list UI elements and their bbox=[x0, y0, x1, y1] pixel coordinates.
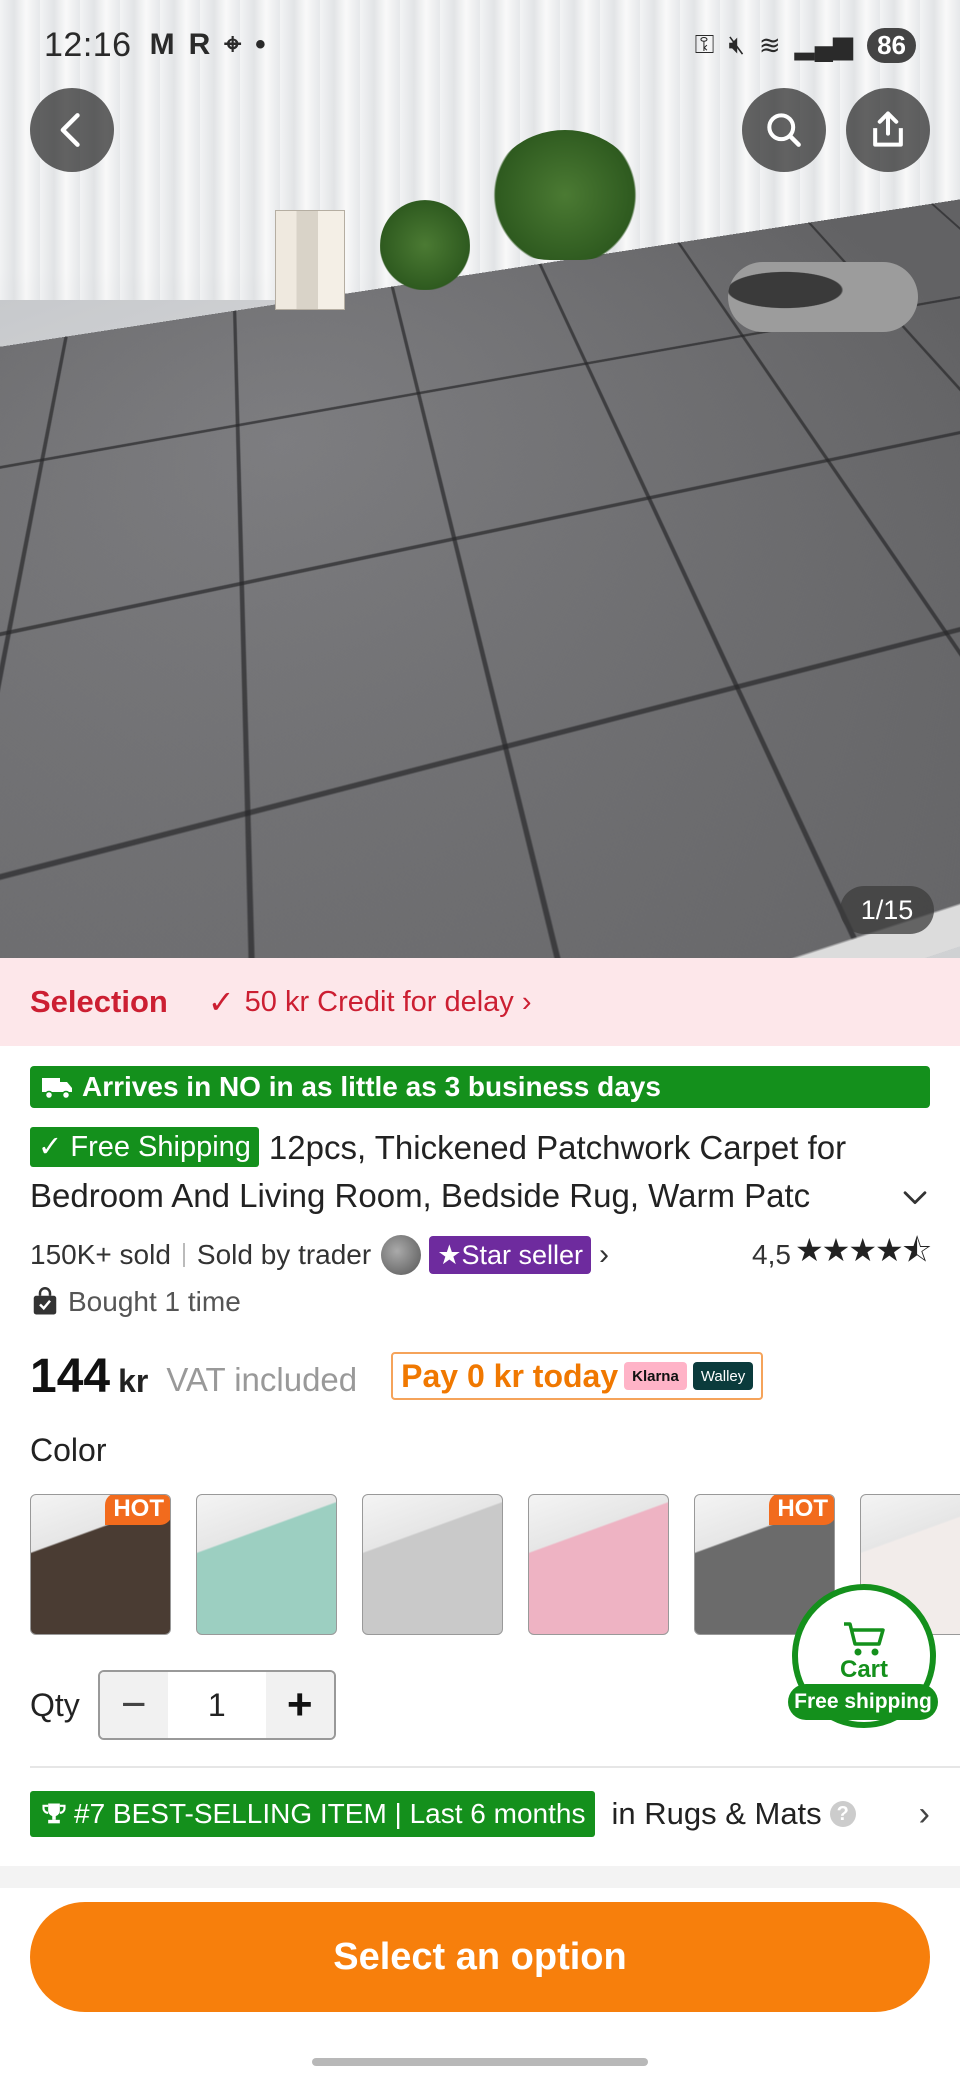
status-left-icons: M R ⌖ • bbox=[150, 28, 266, 62]
status-time: 12:16 bbox=[44, 25, 132, 64]
select-option-button[interactable]: Select an option bbox=[30, 1902, 930, 2012]
vat-note: VAT included bbox=[166, 1361, 358, 1398]
color-swatch[interactable] bbox=[362, 1494, 503, 1635]
decrease-button[interactable]: − bbox=[99, 1672, 168, 1738]
product-title[interactable]: ✓ Free Shipping 12pcs, Thickened Patchwor… bbox=[30, 1124, 910, 1220]
pay-today-text: Pay 0 kr today bbox=[401, 1357, 619, 1394]
location-icon: ⌖ bbox=[224, 28, 242, 61]
shopping-bag-icon bbox=[33, 1287, 57, 1315]
section-separator bbox=[0, 1866, 960, 1888]
rating-value: 4,5 bbox=[752, 1239, 791, 1270]
back-button[interactable] bbox=[30, 88, 114, 172]
dot-icon: • bbox=[255, 28, 266, 61]
pay-later-box[interactable]: Pay 0 kr today Klarna Walley bbox=[391, 1352, 764, 1400]
bought-info: Bought 1 time bbox=[30, 1282, 241, 1322]
plant-small bbox=[380, 200, 470, 290]
product-image[interactable]: 12:16 M R ⌖ • ⚿ 🔇︎ ≋ ▂▄▆ 86 1/15 bbox=[0, 0, 960, 958]
signal-icon: ▂▄▆ bbox=[794, 29, 854, 60]
chevron-right-icon[interactable]: › bbox=[599, 1238, 609, 1272]
bought-text: Bought 1 time bbox=[68, 1286, 241, 1317]
star-seller-badge[interactable]: ★ Star seller bbox=[429, 1236, 591, 1274]
bestseller-text: #7 BEST-SELLING ITEM | Last 6 months bbox=[74, 1798, 586, 1829]
delivery-text: Arrives in NO in as little as 3 business… bbox=[82, 1071, 661, 1102]
walley-logo: Walley bbox=[692, 1362, 754, 1390]
hot-badge: HOT bbox=[769, 1495, 834, 1525]
search-button[interactable] bbox=[742, 88, 826, 172]
help-icon[interactable]: ? bbox=[829, 1801, 856, 1827]
quantity-stepper: − 1 + bbox=[97, 1670, 336, 1740]
star-seller-label: Star seller bbox=[461, 1239, 583, 1270]
mute-icon: 🔇︎ bbox=[728, 29, 745, 59]
share-button[interactable] bbox=[846, 88, 930, 172]
cart-icon bbox=[844, 1622, 885, 1656]
status-right-icons: ⚿ 🔇︎ ≋ ▂▄▆ 86 bbox=[694, 27, 916, 63]
check-icon: ✓ bbox=[207, 984, 235, 1020]
books bbox=[275, 210, 345, 310]
chevron-down-icon[interactable] bbox=[898, 1180, 932, 1214]
trophy-icon bbox=[42, 1803, 66, 1824]
sold-by[interactable]: Sold by trader bbox=[197, 1239, 371, 1271]
credit-for-delay-link[interactable]: 50 kr Credit for delay › bbox=[245, 986, 532, 1019]
rating[interactable]: 4,5 ★★★★⯪ bbox=[752, 1228, 932, 1282]
selection-label: Selection bbox=[30, 984, 168, 1019]
quantity-label: Qty bbox=[30, 1686, 80, 1723]
chevron-left-icon bbox=[60, 113, 80, 147]
search-icon bbox=[767, 113, 801, 147]
truck-icon bbox=[42, 1078, 72, 1100]
price-currency: kr bbox=[118, 1362, 149, 1399]
color-swatch[interactable]: HOT bbox=[30, 1494, 171, 1635]
delivery-banner: Arrives in NO in as little as 3 business… bbox=[30, 1066, 930, 1108]
selection-banner[interactable]: Selection ✓ 50 kr Credit for delay › bbox=[0, 958, 960, 1046]
star-badge-icon: ★ bbox=[437, 1239, 462, 1270]
price-row: 144 kr VAT included Pay 0 kr today Klarn… bbox=[30, 1346, 764, 1406]
wifi-icon: ≋ bbox=[758, 29, 781, 60]
quantity-value[interactable]: 1 bbox=[167, 1672, 266, 1738]
quantity-row: Qty − 1 + bbox=[30, 1670, 336, 1740]
bestseller-badge: #7 BEST-SELLING ITEM | Last 6 months bbox=[30, 1791, 596, 1837]
divider bbox=[182, 1243, 185, 1267]
free-shipping-label: Free Shipping bbox=[70, 1131, 251, 1163]
klarna-logo: Klarna bbox=[624, 1362, 687, 1390]
key-icon: ⚿ bbox=[694, 29, 715, 59]
color-swatch[interactable] bbox=[196, 1494, 337, 1635]
plush-toy bbox=[728, 262, 918, 332]
cart-label: Cart bbox=[839, 1656, 888, 1683]
increase-button[interactable]: + bbox=[265, 1672, 334, 1738]
r-app-icon: R bbox=[188, 28, 211, 61]
free-shipping-badge: ✓ Free Shipping bbox=[30, 1127, 259, 1167]
price-value: 144 bbox=[30, 1349, 111, 1403]
divider bbox=[30, 1766, 960, 1768]
title-line-1: 12pcs, Thickened Patchwork Carpet for bbox=[268, 1129, 847, 1166]
gmail-icon: M bbox=[149, 28, 175, 61]
cart-free-shipping: Free shipping bbox=[788, 1684, 938, 1720]
bestseller-category: in Rugs & Mats bbox=[611, 1796, 822, 1831]
check-icon: ✓ bbox=[38, 1131, 71, 1163]
sold-count: 150K+ sold bbox=[30, 1239, 171, 1270]
color-label: Color bbox=[30, 1432, 107, 1468]
battery-level: 86 bbox=[867, 27, 916, 63]
plant-large bbox=[490, 130, 640, 260]
title-line-2: Bedroom And Living Room, Bedside Rug, Wa… bbox=[30, 1177, 811, 1214]
seller-meta-row: 150K+ sold Sold by trader ★ Star seller ›… bbox=[30, 1232, 932, 1278]
share-icon bbox=[873, 111, 903, 147]
color-swatch[interactable] bbox=[528, 1494, 669, 1635]
rating-stars-icon: ★★★★⯪ bbox=[794, 1232, 932, 1268]
image-counter: 1/15 bbox=[840, 886, 934, 934]
bestseller-row[interactable]: #7 BEST-SELLING ITEM | Last 6 months in … bbox=[30, 1790, 930, 1838]
chevron-right-icon[interactable]: › bbox=[919, 1795, 930, 1834]
hot-badge: HOT bbox=[105, 1495, 170, 1525]
home-indicator[interactable] bbox=[312, 2058, 648, 2066]
seller-avatar[interactable] bbox=[381, 1235, 422, 1275]
status-bar: 12:16 M R ⌖ • ⚿ 🔇︎ ≋ ▂▄▆ 86 bbox=[0, 20, 960, 70]
